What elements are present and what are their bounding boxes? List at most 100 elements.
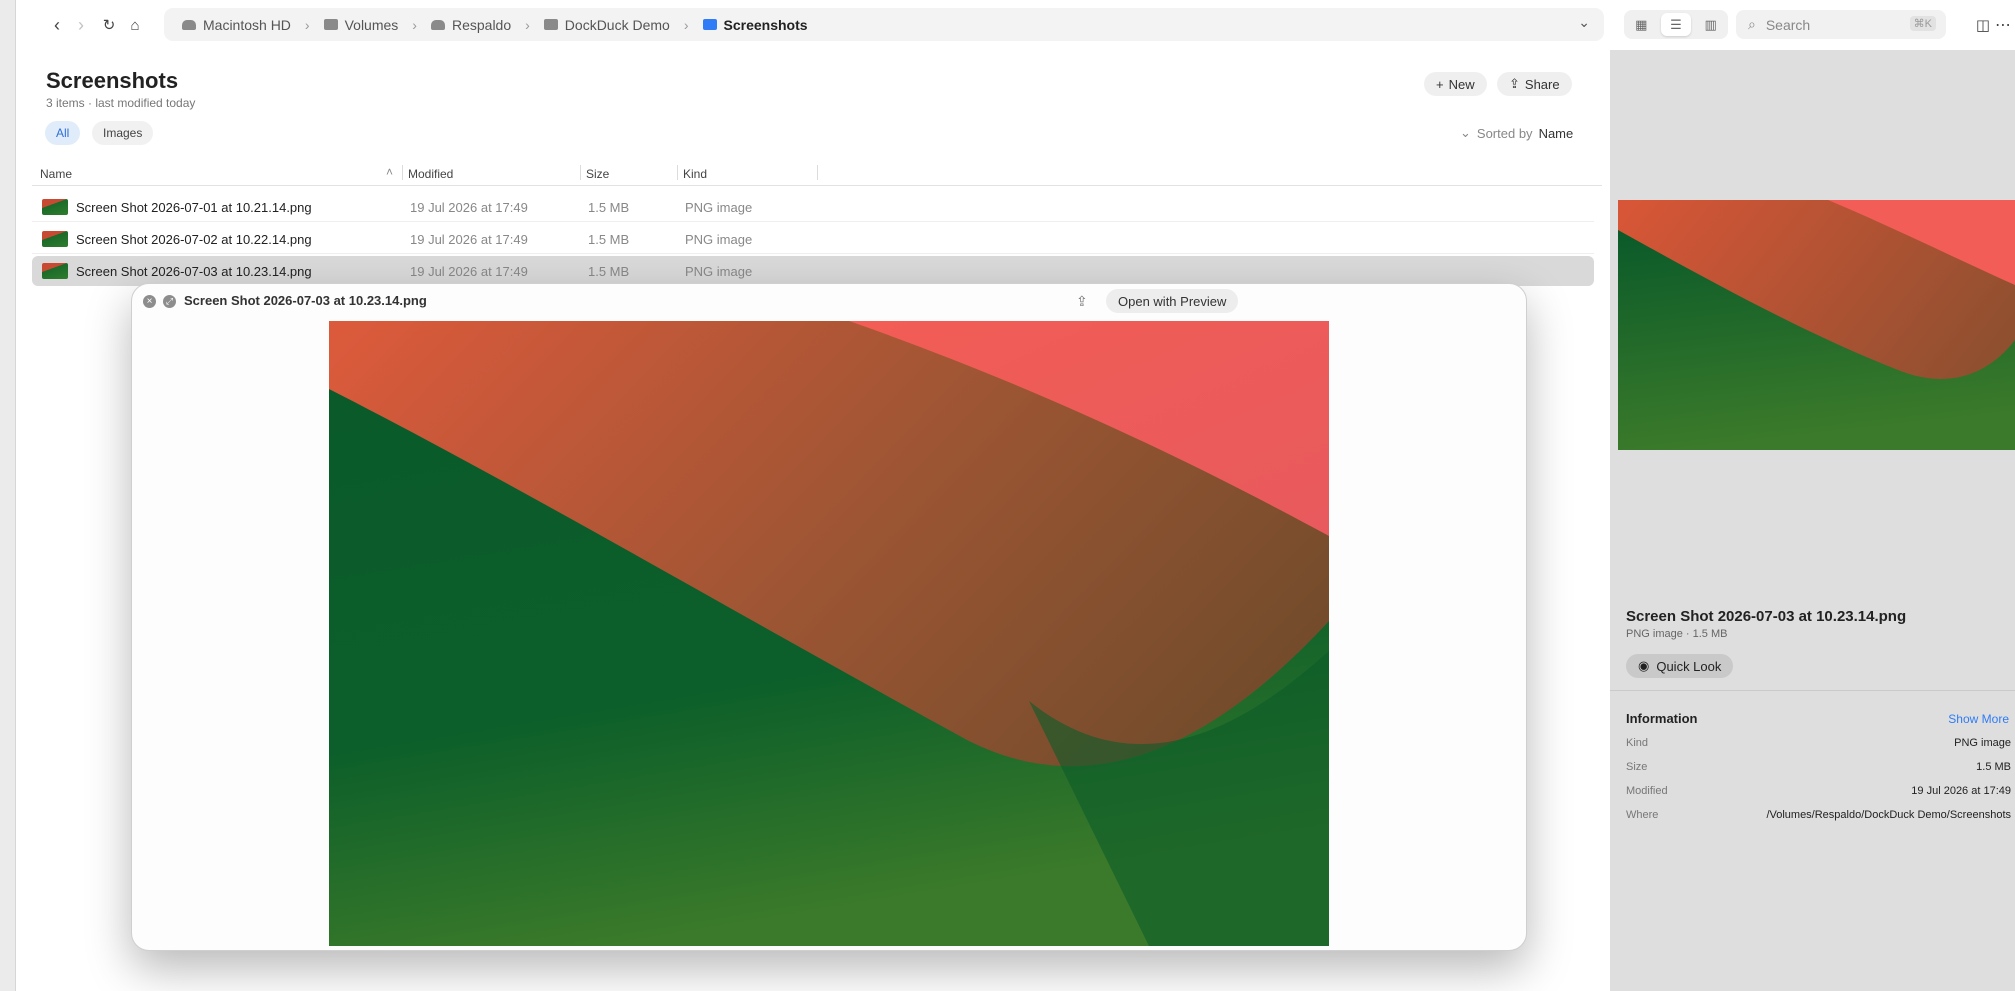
view-mode-selector: ▦ ☰ ▥ [1624,10,1728,39]
search-field: ⌕ ⌘K [1736,10,1946,39]
search-icon: ⌕ [1748,16,1756,32]
column-divider[interactable] [580,165,581,180]
file-name: Screen Shot 2026-07-03 at 10.23.14.png [76,264,312,279]
info-key: Size [1626,761,1648,773]
page-subtitle: 3 items · last modified today [46,96,196,110]
breadcrumb-macintosh-hd[interactable]: Macintosh HD [182,17,291,33]
info-row-modified: Modified 19 Jul 2026 at 17:49 [1626,785,2011,805]
new-button[interactable]: + New [1424,72,1487,96]
breadcrumb-label: Screenshots [723,16,808,33]
quick-look-label: Quick Look [1656,658,1722,674]
back-icon[interactable]: ‹ [44,12,70,38]
info-value: 19 Jul 2026 at 17:49 [1911,785,2011,797]
path-bar: Macintosh HD › Volumes › Respaldo › Dock… [164,8,1604,41]
file-kind: PNG image [685,232,753,247]
search-input[interactable] [1763,15,1904,34]
file-modified: 19 Jul 2026 at 17:49 [410,264,528,279]
column-divider[interactable] [677,165,678,180]
filter-images[interactable]: Images [92,121,154,145]
inspector-file-meta: PNG image · 1.5 MB [1626,628,1728,640]
quick-look-button[interactable]: ◉ Quick Look [1626,654,1734,678]
divider [1610,690,2015,691]
info-value: /Volumes/Respaldo/DockDuck Demo/Screensh… [1766,809,2011,821]
sort-ascending-icon: ˄ [386,165,394,179]
column-name[interactable]: Name [40,167,72,181]
show-more-link[interactable]: Show More [1948,712,2009,726]
folder-icon [323,19,338,30]
table-row-selected[interactable]: Screen Shot 2026-07-03 at 10.23.14.png 1… [32,256,1594,286]
chevron-right-icon: › [304,16,310,33]
wallpaper-image [329,321,1329,946]
column-divider[interactable] [817,165,818,180]
column-divider[interactable] [402,165,403,180]
file-modified: 19 Jul 2026 at 17:49 [410,200,528,215]
preview-image [329,321,1329,946]
sort-label: Sorted by [1476,125,1533,141]
breadcrumb-label: Macintosh HD [203,16,291,33]
table-row[interactable]: Screen Shot 2026-07-02 at 10.22.14.png 1… [32,224,1594,254]
inspector-panel: Screen Shot 2026-07-03 at 10.23.14.png P… [1610,50,2015,991]
inspector-preview [1618,200,2015,450]
toolbar: ‹ › ↻ ⌂ Macintosh HD › Volumes › Respald… [16,0,2015,48]
file-kind: PNG image [685,264,753,279]
chevron-down-icon[interactable]: ⌄ [1578,14,1590,31]
breadcrumb-dockduck-demo[interactable]: DockDuck Demo [543,16,670,33]
more-icon[interactable]: ⋯ [1990,12,2015,38]
column-header-row: Name ˄ Modified Size Kind [32,160,1602,186]
file-name: Screen Shot 2026-07-02 at 10.22.14.png [76,232,312,247]
eye-icon: ◉ [1638,658,1650,673]
inspector-file-name: Screen Shot 2026-07-03 at 10.23.14.png [1626,608,1907,625]
column-kind[interactable]: Kind [683,167,707,181]
open-with-preview-button[interactable]: Open with Preview [1106,289,1239,313]
forward-icon[interactable]: › [68,12,94,38]
filter-all[interactable]: All [45,121,81,145]
breadcrumb-screenshots[interactable]: Screenshots [702,16,808,33]
disk-icon [430,19,445,30]
file-size: 1.5 MB [588,200,630,215]
folder-icon [702,19,717,30]
sidebar-edge [0,0,16,991]
sort-value: Name [1538,125,1574,141]
sort-control[interactable]: ⌄ Sorted by Name [1460,125,1573,141]
info-value: PNG image [1954,737,2011,749]
disk-icon [182,19,196,30]
info-value: 1.5 MB [1976,761,2011,773]
table-row[interactable]: Screen Shot 2026-07-01 at 10.21.14.png 1… [32,192,1594,222]
chevron-down-icon: ⌄ [1460,125,1471,140]
breadcrumb-label: Volumes [344,16,399,33]
column-size[interactable]: Size [586,167,609,181]
share-icon: ⇪ [1509,76,1520,91]
file-modified: 19 Jul 2026 at 17:49 [410,232,528,247]
info-row-where: Where /Volumes/Respaldo/DockDuck Demo/Sc… [1626,809,2011,829]
chevron-right-icon: › [683,16,689,33]
info-key: Modified [1626,785,1668,797]
page-title: Screenshots [46,68,179,93]
chevron-right-icon: › [525,16,530,33]
share-icon[interactable]: ⇪ [1076,293,1088,310]
file-size: 1.5 MB [588,232,630,247]
info-key: Where [1626,809,1659,821]
plus-icon: + [1436,76,1444,92]
breadcrumb-volumes[interactable]: Volumes [323,16,399,33]
list-view-icon[interactable]: ☰ [1660,13,1691,36]
folder-icon [543,19,558,30]
fullscreen-icon[interactable]: ⤢ [163,295,176,308]
grid-view-icon[interactable]: ▦ [1626,13,1656,36]
home-icon[interactable]: ⌂ [122,12,148,38]
breadcrumb-respaldo[interactable]: Respaldo [430,17,511,33]
column-view-icon[interactable]: ▥ [1696,13,1726,36]
file-name: Screen Shot 2026-07-01 at 10.21.14.png [76,200,312,215]
information-heading: Information [1626,711,1698,726]
new-button-label: New [1448,76,1475,92]
share-button[interactable]: ⇪ Share [1497,72,1572,96]
search-shortcut: ⌘K [1909,16,1936,31]
file-thumbnail [42,263,68,279]
reload-icon[interactable]: ↻ [96,12,122,38]
file-thumbnail [42,231,68,247]
breadcrumb-label: DockDuck Demo [564,16,670,33]
column-modified[interactable]: Modified [408,167,453,181]
close-icon[interactable]: × [143,295,156,308]
file-size: 1.5 MB [588,264,630,279]
share-button-label: Share [1524,76,1560,92]
quick-look-title: Screen Shot 2026-07-03 at 10.23.14.png [184,293,427,308]
